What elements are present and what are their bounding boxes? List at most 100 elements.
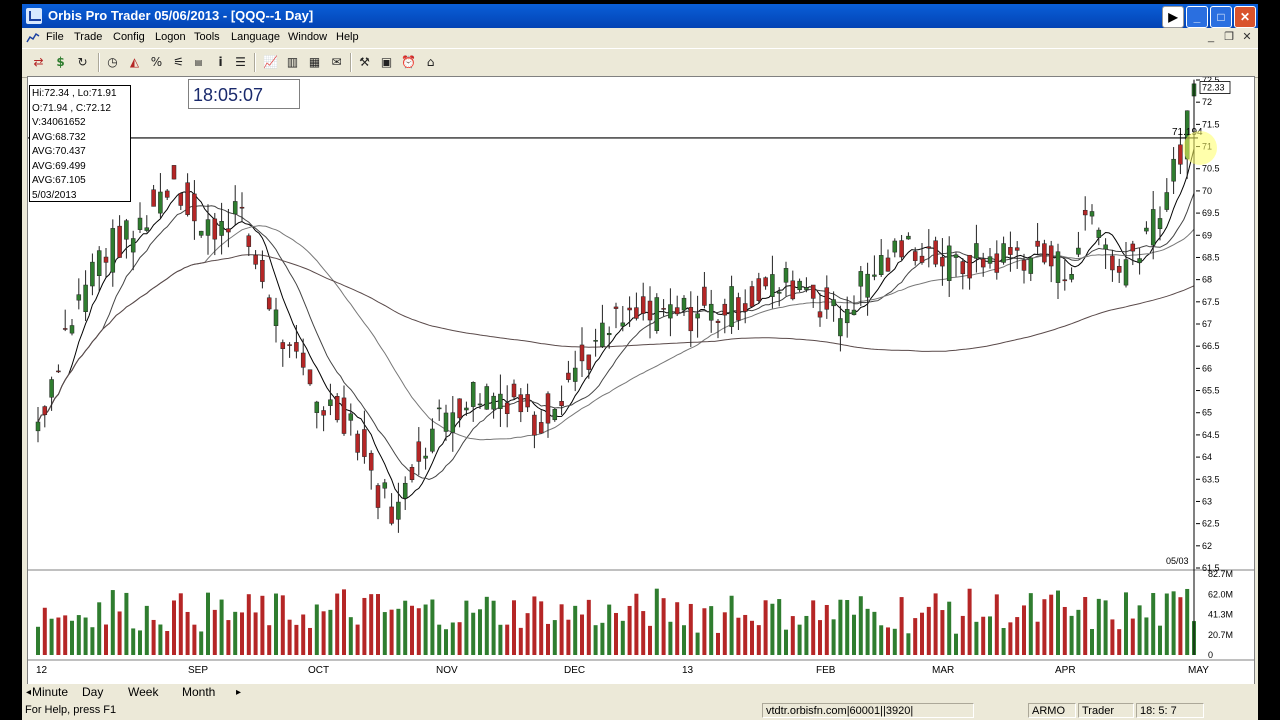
tab-day[interactable]: Day	[82, 685, 103, 700]
home-icon[interactable]: ⌂	[422, 54, 439, 71]
menu-config[interactable]: Config	[113, 31, 145, 43]
refresh-icon[interactable]: ↻	[74, 54, 91, 71]
candle-body	[1008, 247, 1013, 255]
tab-month[interactable]: Month	[182, 685, 215, 700]
signal-icon[interactable]: ⚟	[170, 54, 187, 71]
gauge-icon[interactable]: ◭	[126, 54, 143, 71]
x-axis-label-4: DEC	[564, 665, 585, 676]
tab-week[interactable]: Week	[128, 685, 158, 700]
info-volume: V:34061652	[32, 117, 86, 128]
candle-body	[1028, 257, 1034, 274]
price-tick-label-6: 69.5	[1202, 208, 1220, 218]
candle-body	[865, 273, 870, 298]
volume-bar	[151, 619, 156, 655]
candle-body	[776, 291, 782, 294]
candle-body	[933, 240, 938, 265]
candle-body	[824, 287, 830, 310]
candle-body	[35, 421, 41, 432]
candle-body	[341, 397, 347, 434]
layout-icon[interactable]: ▣	[378, 54, 395, 71]
status-user: ARMO	[1028, 703, 1076, 718]
mail-icon[interactable]: ✉	[328, 54, 345, 71]
volume-bar	[430, 599, 435, 655]
volume-bar	[933, 593, 938, 655]
candle-body	[49, 379, 54, 398]
menu-logon[interactable]: Logon	[155, 31, 186, 43]
volume-bar	[675, 602, 680, 655]
candle-body	[76, 294, 82, 301]
x-axis-label-0: 12	[36, 665, 48, 676]
volume-bar	[1164, 593, 1169, 655]
candle-body	[770, 274, 775, 297]
candle-body	[321, 410, 326, 416]
volume-bar	[192, 624, 197, 655]
chart-area[interactable]: 72.57271.57170.57069.56968.56867.56766.5…	[27, 76, 1255, 686]
volume-bar	[36, 626, 40, 655]
menu-window[interactable]: Window	[288, 31, 327, 43]
mdi-restore-icon[interactable]: ❐	[1222, 31, 1236, 44]
option-chain-icon[interactable]: ▤	[190, 54, 207, 71]
help-arrow-button[interactable]: ▶	[1162, 6, 1184, 28]
bar-chart-icon[interactable]: ▥	[284, 54, 301, 71]
volume-tick-label-4: 0	[1208, 650, 1213, 660]
candle-body	[906, 235, 911, 240]
candle-body	[382, 482, 388, 489]
volume-bar	[491, 600, 496, 655]
candle-body	[232, 201, 238, 215]
volume-bar	[464, 600, 469, 655]
minimize-button[interactable]: _	[1186, 6, 1208, 28]
candle-body	[756, 278, 762, 301]
tab-scroll-right-icon[interactable]: ▸	[236, 685, 241, 700]
percent-icon[interactable]: %	[148, 54, 165, 71]
candle-body	[389, 506, 394, 524]
maximize-button[interactable]: □	[1210, 6, 1232, 28]
dollar-icon[interactable]: $	[52, 54, 69, 71]
price-tick-label-14: 65.5	[1202, 386, 1220, 396]
last-price-label: 72.33	[1202, 83, 1225, 93]
line-chart-icon[interactable]: 📈	[262, 54, 279, 71]
exchange-arrows-icon[interactable]: ⇄	[30, 54, 47, 71]
volume-bar	[1015, 617, 1020, 655]
moving-average-line-4	[37, 254, 1195, 423]
candle-body	[899, 240, 904, 258]
tab-minute[interactable]: Minute	[32, 685, 68, 700]
alarm-icon[interactable]: ⏰	[400, 54, 417, 71]
menu-trade[interactable]: Trade	[74, 31, 102, 43]
candle-body	[654, 297, 660, 331]
candle-body	[831, 299, 836, 307]
news-icon[interactable]: ▦	[306, 54, 323, 71]
volume-bar	[716, 632, 720, 655]
volume-bar	[328, 609, 333, 655]
volume-bar	[42, 607, 47, 655]
candle-body	[470, 382, 476, 407]
mdi-minimize-icon[interactable]: _	[1204, 31, 1218, 44]
candle-body	[212, 218, 218, 240]
mdi-close-icon[interactable]: ✕	[1240, 31, 1254, 44]
close-button[interactable]: ✕	[1234, 6, 1256, 28]
candle-body	[396, 501, 401, 520]
tools-icon[interactable]: ⚒	[356, 54, 373, 71]
price-tick-label-2: 71.5	[1202, 119, 1220, 129]
menu-file[interactable]: File	[46, 31, 64, 43]
candle-body	[1144, 227, 1149, 232]
quote-list-icon[interactable]: ☰	[232, 54, 249, 71]
price-tick-label-8: 68.5	[1202, 252, 1220, 262]
candle-body	[674, 307, 680, 315]
info-icon[interactable]: i	[212, 54, 229, 71]
menu-language[interactable]: Language	[231, 31, 280, 43]
cursor-date-label: 05/03	[1166, 556, 1189, 566]
candle-body	[872, 274, 877, 277]
candlestick-chart[interactable]: 72.57271.57170.57069.56968.56867.56766.5…	[28, 77, 1254, 685]
volume-tick-label-3: 20.7M	[1208, 630, 1233, 640]
volume-bar	[117, 611, 122, 655]
tab-scroll-left-icon[interactable]: ◂	[26, 685, 31, 700]
price-tick-label-18: 63.5	[1202, 474, 1220, 484]
candle-body	[538, 422, 544, 434]
menu-help[interactable]: Help	[336, 31, 359, 43]
volume-bar	[308, 627, 312, 655]
candle-body	[804, 287, 809, 290]
price-tick-label-20: 62.5	[1202, 519, 1220, 529]
clock-icon[interactable]: ◷	[104, 54, 121, 71]
candle-body	[647, 300, 653, 321]
menu-tools[interactable]: Tools	[194, 31, 220, 43]
